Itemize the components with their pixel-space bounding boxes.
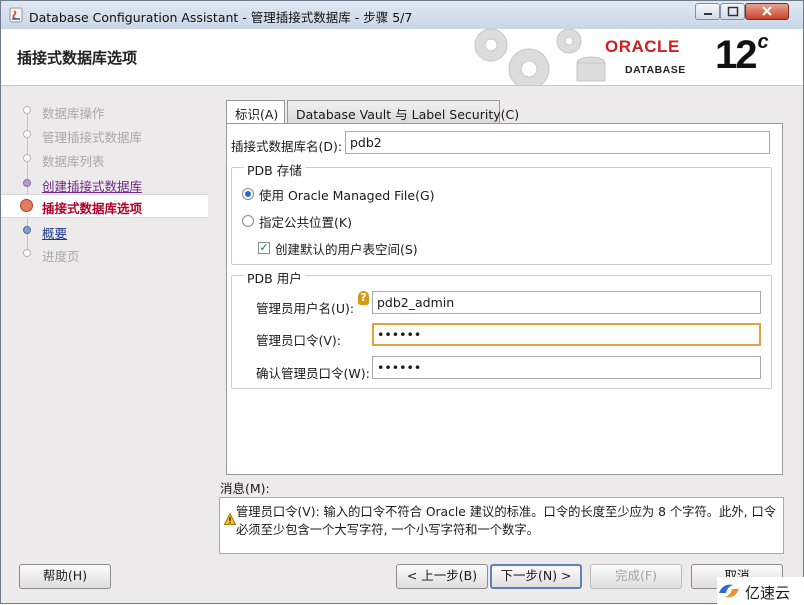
next-button[interactable]: 下一步(N) >: [490, 564, 582, 589]
step-dot-icon: [23, 249, 31, 257]
step-dot-icon: [23, 106, 31, 114]
identifier-panel: 插接式数据库名(D): pdb2 PDB 存储 使用 Oracle Manage…: [226, 123, 783, 475]
step-label: 插接式数据库选项: [42, 201, 143, 216]
common-location-label[interactable]: 指定公共位置(K): [259, 212, 352, 231]
dbca-window: Database Configuration Assistant - 管理插接式…: [0, 0, 804, 605]
step-summary[interactable]: 概要: [1, 220, 208, 242]
step-navigation: 数据库操作 管理插接式数据库 数据库列表 创建插接式数据库 插接式数据库选项 概…: [1, 86, 208, 556]
java-app-icon: [9, 7, 23, 23]
tab-identifier[interactable]: 标识(A): [226, 100, 285, 124]
tab-database-vault[interactable]: Database Vault 与 Label Security(C): [287, 100, 519, 123]
oracle-logo-text: ORACLE: [605, 37, 680, 56]
step-label: 数据库操作: [42, 106, 105, 121]
close-icon: [762, 6, 772, 16]
maximize-icon: [727, 6, 739, 17]
pdb-user-group: PDB 用户 管理员用户名(U): ? pdb2_admin 管理员口令(V):…: [231, 268, 772, 389]
step-database-list: 数据库列表: [1, 148, 208, 170]
step-label: 数据库列表: [42, 154, 105, 169]
default-tablespace-checkbox[interactable]: ✓: [258, 242, 270, 254]
step-manage-pdb: 管理插接式数据库: [1, 124, 208, 146]
window-title: Database Configuration Assistant - 管理插接式…: [29, 10, 413, 25]
pdb-name-label: 插接式数据库名(D):: [231, 139, 343, 154]
step-label: 管理插接式数据库: [42, 130, 143, 145]
step-label[interactable]: 概要: [42, 223, 67, 242]
step-dot-icon: [23, 130, 31, 138]
current-step-icon: [20, 199, 33, 212]
wizard-header: 插接式数据库选项 ORACLE DATABASE 12 c: [1, 29, 803, 86]
watermark-logo-icon: [719, 584, 739, 598]
pdb-user-title: PDB 用户: [244, 268, 305, 287]
admin-user-label: 管理员用户名(U):: [256, 301, 355, 316]
oracle-database-text: DATABASE: [625, 64, 686, 76]
back-button[interactable]: < 上一步(B): [396, 564, 488, 589]
omf-radio-label[interactable]: 使用 Oracle Managed File(G): [259, 185, 435, 204]
hint-icon: ?: [358, 291, 369, 305]
step-dot-icon: [23, 226, 31, 234]
default-tablespace-label[interactable]: 创建默认的用户表空间(S): [275, 239, 418, 258]
confirm-password-input[interactable]: ••••••: [372, 356, 761, 379]
maximize-button[interactable]: [720, 3, 745, 20]
oracle-version: 12 c: [715, 31, 769, 78]
watermark: 亿速云: [717, 577, 804, 605]
omf-radio[interactable]: [242, 188, 254, 200]
close-button[interactable]: [745, 3, 789, 20]
finish-button[interactable]: 完成(F): [590, 564, 682, 589]
admin-password-input[interactable]: ••••••: [372, 323, 761, 346]
message-text: 管理员口令(V): 输入的口令不符合 Oracle 建议的标准。口令的长度至少应…: [236, 505, 777, 537]
step-label[interactable]: 创建插接式数据库: [42, 176, 142, 195]
minimize-icon: [704, 13, 712, 15]
admin-password-label: 管理员口令(V):: [256, 333, 342, 348]
step-create-pdb[interactable]: 创建插接式数据库: [1, 173, 208, 195]
confirm-password-label: 确认管理员口令(W):: [256, 366, 370, 381]
version-suffix: c: [757, 31, 769, 53]
admin-user-input[interactable]: pdb2_admin: [372, 291, 761, 314]
title-bar[interactable]: Database Configuration Assistant - 管理插接式…: [1, 1, 803, 29]
step-dot-icon: [23, 154, 31, 162]
minimize-button[interactable]: [695, 3, 720, 20]
gears-decoration-icon: [474, 29, 606, 85]
common-location-radio[interactable]: [242, 215, 254, 227]
messages-label: 消息(M):: [220, 481, 270, 496]
step-pdb-options[interactable]: 插接式数据库选项: [1, 194, 208, 218]
step-progress: 进度页: [1, 243, 208, 265]
step-database-operation: 数据库操作: [1, 100, 208, 122]
pdb-storage-group: PDB 存储 使用 Oracle Managed File(G) 指定公共位置(…: [231, 160, 772, 265]
page-title: 插接式数据库选项: [17, 49, 138, 67]
step-dot-icon: [23, 179, 31, 187]
watermark-text: 亿速云: [745, 584, 791, 602]
pdb-storage-title: PDB 存储: [244, 160, 305, 179]
pdb-name-input[interactable]: pdb2: [345, 131, 770, 154]
messages-box[interactable]: 管理员口令(V): 输入的口令不符合 Oracle 建议的标准。口令的长度至少应…: [219, 497, 784, 554]
step-label: 进度页: [42, 249, 80, 264]
help-button[interactable]: 帮助(H): [19, 564, 111, 589]
version-number: 12: [715, 33, 757, 77]
warning-icon: [224, 513, 236, 525]
